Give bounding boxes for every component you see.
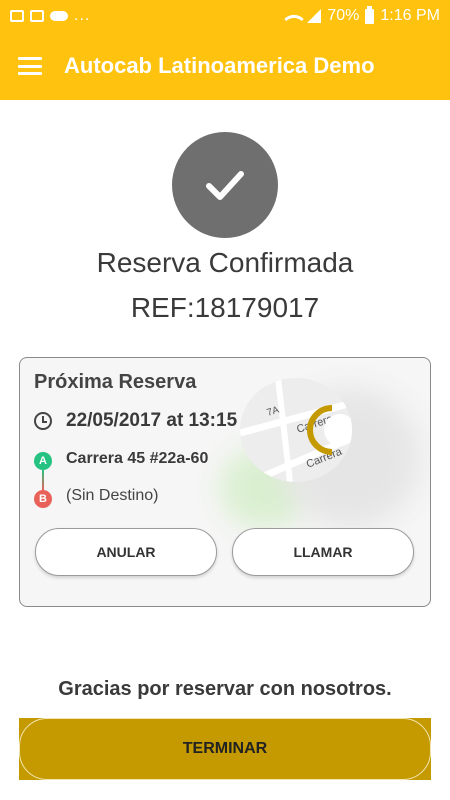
booking-reference: REF:18179017 (130, 292, 320, 323)
wifi-icon (284, 9, 305, 29)
signal-icon (307, 9, 322, 23)
booking-route: A B Carrera 45 #22a-60 (Sin Destino) (34, 450, 314, 514)
thanks-message: Gracias por reservar con nosotros. (58, 678, 392, 700)
app-title: Autocab Latinoamerica Demo (64, 53, 375, 78)
pickup-address: Carrera 45 #22a-60 (66, 450, 209, 467)
status-bar: ... 70% 1:16 PM (0, 0, 450, 32)
clock-icon (34, 412, 52, 430)
card-title: Próxima Reserva (34, 371, 197, 393)
call-button[interactable]: LLAMAR (232, 528, 414, 576)
status-right: 70% 1:16 PM (284, 5, 440, 29)
status-left: ... (10, 7, 90, 25)
finish-button[interactable]: TERMINAR (19, 718, 431, 780)
dropoff-marker-icon: B (34, 490, 52, 508)
confirmation-title: Reserva Confirmada (96, 247, 354, 278)
status-time: 1:16 PM (380, 7, 440, 24)
cancel-booking-button[interactable]: ANULAR (35, 528, 217, 576)
app-bar: Autocab Latinoamerica Demo (0, 32, 450, 100)
battery-percent: 70% (327, 7, 360, 24)
phone-lock-icon (30, 10, 44, 22)
route-line (42, 470, 44, 490)
image-icon (10, 10, 24, 22)
more-notifications: ... (74, 7, 91, 24)
weather-icon (50, 11, 68, 21)
battery-icon (365, 5, 375, 24)
check-icon (172, 132, 278, 238)
next-booking-card: Carrera Carrera 7A Próxima Reserva 22/05… (19, 357, 431, 607)
dropoff-address: (Sin Destino) (66, 487, 159, 504)
hamburger-menu-icon[interactable] (18, 57, 42, 75)
booking-datetime-row: 22/05/2017 at 13:15 (34, 410, 237, 432)
pickup-marker-icon: A (34, 452, 52, 470)
booking-datetime: 22/05/2017 at 13:15 (66, 410, 238, 431)
